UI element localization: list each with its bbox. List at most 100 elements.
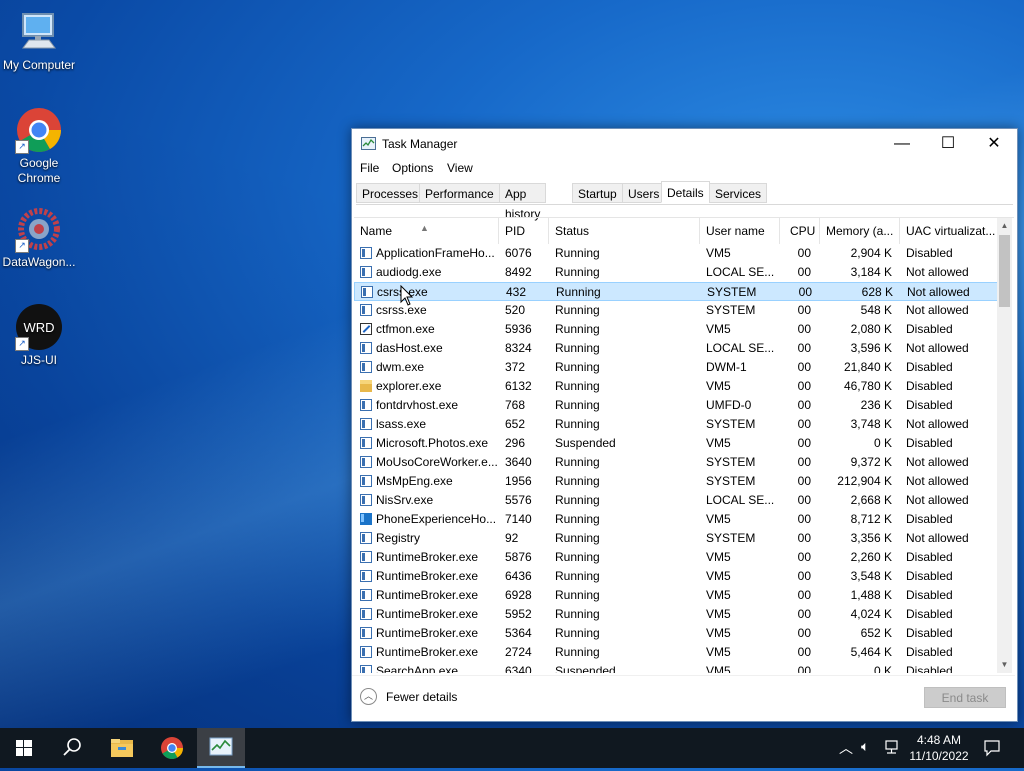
- cell-status: Running: [555, 474, 600, 488]
- table-row[interactable]: csrss.exe 520 Running SYSTEM 00 548 K Not allo…: [354, 301, 999, 320]
- fewer-details-link[interactable]: Fewer details: [386, 690, 457, 704]
- table-row[interactable]: MsMpEng.exe 1956 Running SYSTEM 00 212,904 K N…: [354, 472, 999, 491]
- task-manager-window[interactable]: Task Manager — ☐ ✕ File Options View Pro…: [351, 128, 1018, 722]
- menu-view[interactable]: View: [447, 161, 473, 175]
- cell-status: Running: [555, 493, 600, 507]
- app-window-icon: [360, 551, 372, 563]
- chevron-up-icon[interactable]: ︿: [839, 738, 853, 758]
- scroll-down-icon[interactable]: ▼: [997, 657, 1012, 673]
- desktop-icon-jjs-ui[interactable]: WRD ↗ JJS-UI: [0, 303, 78, 368]
- table-row[interactable]: dasHost.exe 8324 Running LOCAL SE... 00 3,596…: [354, 339, 999, 358]
- taskbar-clock[interactable]: 4:48 AM 11/10/2022: [902, 732, 976, 764]
- app-window-icon: [360, 646, 372, 658]
- cell-cpu: 00: [797, 550, 811, 564]
- taskbar-file-explorer[interactable]: [98, 728, 146, 768]
- start-button[interactable]: [0, 728, 48, 768]
- column-header-user-name[interactable]: User name: [700, 218, 780, 244]
- desktop-icon-datawagon[interactable]: ↗ DataWagon...: [0, 205, 78, 270]
- cell-status: Running: [555, 398, 600, 412]
- cell-mem: 2,260 K: [850, 550, 892, 564]
- table-row[interactable]: NisSrv.exe 5576 Running LOCAL SE... 00 2,668 …: [354, 491, 999, 510]
- cell-user: SYSTEM: [706, 455, 756, 469]
- minimize-button[interactable]: —: [879, 129, 925, 159]
- table-row[interactable]: SearchApp.exe 6340 Suspended VM5 00 0 K Disabl…: [354, 662, 999, 673]
- desktop-icon-label: JJS-UI: [21, 353, 57, 367]
- close-button[interactable]: ✕: [971, 129, 1017, 159]
- column-header-name[interactable]: Name ▲: [354, 218, 499, 244]
- tab-app-history[interactable]: App history: [499, 183, 547, 221]
- cell-user: UMFD-0: [706, 398, 752, 412]
- scroll-thumb[interactable]: [999, 235, 1010, 307]
- cell-mem: 2,904 K: [850, 246, 892, 260]
- cell-uac: Not allowed: [906, 493, 969, 507]
- column-header-cpu[interactable]: CPU: [780, 218, 820, 244]
- title-bar[interactable]: Task Manager — ☐ ✕: [352, 129, 1017, 159]
- maximize-button[interactable]: ☐: [925, 129, 971, 159]
- taskbar-chrome[interactable]: [148, 728, 196, 768]
- vertical-scrollbar[interactable]: ▲ ▼: [997, 218, 1012, 673]
- table-row[interactable]: csrss.exe 432 Running SYSTEM 00 628 K Not allo…: [354, 282, 999, 301]
- column-header-uac[interactable]: UAC virtualizat...: [900, 218, 999, 244]
- cell-pid: 432: [506, 285, 527, 299]
- table-row[interactable]: PhoneExperienceHo... 7140 Running VM5 00 8,71…: [354, 510, 999, 529]
- search-button[interactable]: [48, 728, 96, 768]
- volume-icon[interactable]: 🔈︎: [861, 738, 869, 755]
- cell-user: VM5: [706, 436, 731, 450]
- table-row[interactable]: RuntimeBroker.exe 2724 Running VM5 00 5,464 K…: [354, 643, 999, 662]
- table-row[interactable]: dwm.exe 372 Running DWM-1 00 21,840 K Disabled: [354, 358, 999, 377]
- table-row[interactable]: RuntimeBroker.exe 6436 Running VM5 00 3,548 K…: [354, 567, 999, 586]
- table-row[interactable]: lsass.exe 652 Running SYSTEM 00 3,748 K Not al…: [354, 415, 999, 434]
- tab-details[interactable]: Details: [661, 181, 710, 203]
- taskbar-task-manager[interactable]: [197, 728, 245, 768]
- cell-mem: 9,372 K: [850, 455, 892, 469]
- cell-uac: Not allowed: [906, 474, 969, 488]
- desktop-icon-my-computer[interactable]: My Computer: [0, 8, 78, 73]
- table-row[interactable]: Registry 92 Running SYSTEM 00 3,356 K Not allo…: [354, 529, 999, 548]
- tab-startup[interactable]: Startup: [572, 183, 623, 203]
- cell-pid: 768: [505, 398, 526, 412]
- table-row[interactable]: RuntimeBroker.exe 5876 Running VM5 00 2,260 K…: [354, 548, 999, 567]
- table-row[interactable]: Microsoft.Photos.exe 296 Suspended VM5 00 0 K…: [354, 434, 999, 453]
- end-task-button[interactable]: End task: [924, 687, 1006, 708]
- table-row[interactable]: audiodg.exe 8492 Running LOCAL SE... 00 3,184…: [354, 263, 999, 282]
- cell-user: VM5: [706, 550, 731, 564]
- tab-services[interactable]: Services: [709, 183, 768, 203]
- cell-uac: Not allowed: [906, 531, 969, 545]
- table-row[interactable]: explorer.exe 6132 Running VM5 00 46,780 K Disa…: [354, 377, 999, 396]
- table-row[interactable]: ctfmon.exe 5936 Running VM5 00 2,080 K Disable…: [354, 320, 999, 339]
- details-table[interactable]: Name ▲ PID Status User name CPU Memory (…: [354, 217, 1014, 673]
- tab-performance[interactable]: Performance: [419, 183, 500, 203]
- task-manager-icon: [361, 137, 376, 150]
- cell-user: VM5: [706, 512, 731, 526]
- table-row[interactable]: RuntimeBroker.exe 6928 Running VM5 00 1,488 K…: [354, 586, 999, 605]
- table-row[interactable]: ApplicationFrameHo... 6076 Running VM5 00 2,9…: [354, 244, 999, 263]
- monitor-icon: [15, 8, 63, 56]
- cell-cpu: 00: [797, 645, 811, 659]
- tab-processes[interactable]: Processes: [356, 183, 425, 203]
- chrome-icon: ↗: [15, 106, 63, 154]
- menu-options[interactable]: Options: [392, 161, 433, 175]
- cell-pid: 92: [505, 531, 519, 545]
- table-row[interactable]: RuntimeBroker.exe 5952 Running VM5 00 4,024 K…: [354, 605, 999, 624]
- table-row[interactable]: RuntimeBroker.exe 5364 Running VM5 00 652 K Di…: [354, 624, 999, 643]
- network-icon[interactable]: [884, 739, 902, 757]
- cell-cpu: 00: [797, 322, 811, 336]
- column-header-memory[interactable]: Memory (a...: [820, 218, 900, 244]
- scroll-up-icon[interactable]: ▲: [997, 218, 1012, 234]
- tab-users[interactable]: Users: [622, 183, 666, 203]
- cell-name: MoUsoCoreWorker.e...: [376, 455, 498, 469]
- table-row[interactable]: fontdrvhost.exe 768 Running UMFD-0 00 236 K Di…: [354, 396, 999, 415]
- notification-center-button[interactable]: [980, 728, 1004, 768]
- cell-uac: Not allowed: [906, 265, 969, 279]
- cell-name: explorer.exe: [376, 379, 442, 393]
- chevron-up-icon[interactable]: ︿: [360, 688, 377, 705]
- taskbar: ︿ 🔈︎ 4:48 AM 11/10/2022: [0, 728, 1024, 768]
- desktop-icon-google-chrome[interactable]: ↗ Google Chrome: [0, 106, 78, 186]
- cell-user: VM5: [706, 322, 731, 336]
- cell-cpu: 00: [797, 531, 811, 545]
- menu-file[interactable]: File: [360, 161, 379, 175]
- table-row[interactable]: MoUsoCoreWorker.e... 3640 Running SYSTEM 00 9…: [354, 453, 999, 472]
- column-header-status[interactable]: Status: [549, 218, 700, 244]
- cell-uac: Not allowed: [906, 303, 969, 317]
- column-header-pid[interactable]: PID: [499, 218, 549, 244]
